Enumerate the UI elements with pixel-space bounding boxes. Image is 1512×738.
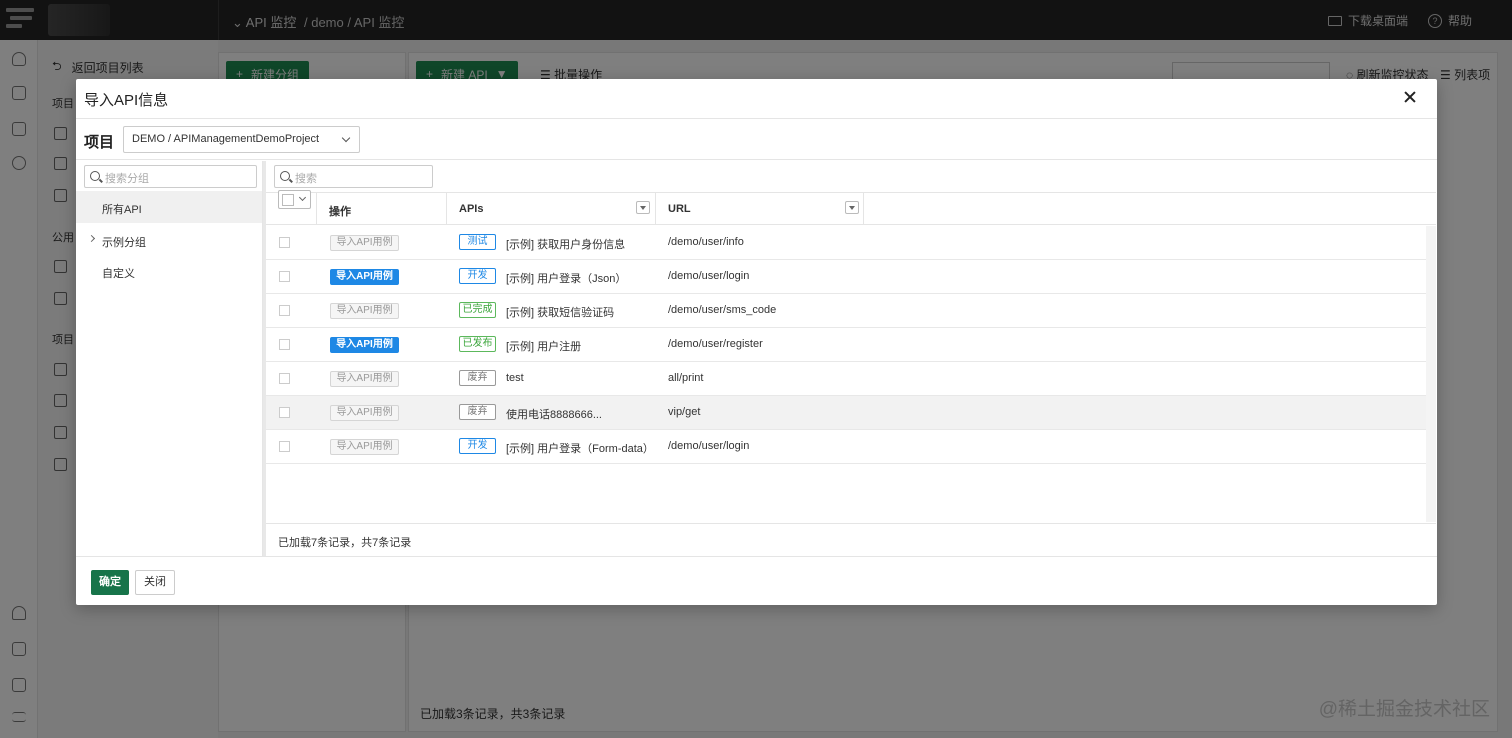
table-header: 操作 APIs URL: [266, 190, 1436, 225]
import-case-button[interactable]: 导入API用例: [330, 405, 399, 421]
row-checkbox[interactable]: [279, 305, 290, 316]
project-select[interactable]: DEMO / APIManagementDemoProject: [123, 126, 360, 153]
status-badge: 测试: [459, 234, 496, 250]
group-item-all-api[interactable]: 所有API: [76, 191, 262, 223]
api-url: vip/get: [668, 406, 701, 418]
import-case-button[interactable]: 导入API用例: [330, 337, 399, 353]
api-name: [示例] 用户登录（Json）: [506, 273, 627, 285]
api-name: 使用电话8888666...: [506, 409, 602, 421]
table-row[interactable]: 导入API用例 废弃 test all/print: [266, 362, 1426, 396]
table-footer-text: 已加载7条记录，共7条记录: [266, 523, 1436, 556]
api-url: /demo/user/login: [668, 270, 750, 282]
column-header-url-label: URL: [668, 203, 691, 215]
api-url: /demo/user/info: [668, 236, 744, 248]
select-column-header: [266, 190, 317, 225]
api-url: /demo/user/register: [668, 338, 763, 350]
table-row[interactable]: 导入API用例 已完成 [示例] 获取短信验证码 /demo/user/sms_…: [266, 294, 1426, 328]
chevron-right-icon[interactable]: [87, 234, 96, 243]
row-checkbox[interactable]: [279, 271, 290, 282]
project-label: 项目: [84, 134, 115, 151]
group-item-custom[interactable]: 自定义: [76, 255, 262, 287]
row-checkbox[interactable]: [279, 237, 290, 248]
row-checkbox[interactable]: [279, 339, 290, 350]
group-panel: 搜索分组 所有API 示例分组 自定义: [76, 161, 263, 556]
api-name: [示例] 获取短信验证码: [506, 307, 615, 319]
close-icon[interactable]: [1399, 87, 1421, 109]
row-checkbox[interactable]: [279, 441, 290, 452]
status-badge: 已完成: [459, 302, 496, 318]
dialog-title: 导入API信息: [84, 92, 169, 109]
api-search-placeholder: 搜索: [295, 173, 317, 185]
filter-dropdown-icon[interactable]: [845, 201, 859, 214]
group-search-placeholder: 搜索分组: [105, 173, 149, 185]
column-header-url: URL: [656, 193, 864, 225]
column-header-op: 操作: [317, 193, 447, 225]
api-url: /demo/user/login: [668, 440, 750, 452]
import-case-button[interactable]: 导入API用例: [330, 269, 399, 285]
group-item-example[interactable]: 示例分组: [76, 224, 262, 256]
api-search-input[interactable]: 搜索: [274, 165, 433, 188]
status-badge: 开发: [459, 268, 496, 284]
api-name: [示例] 用户注册: [506, 341, 582, 353]
column-header-op-label: 操作: [329, 206, 351, 218]
api-name: [示例] 用户登录（Form-data）: [506, 443, 654, 455]
api-name: [示例] 获取用户身份信息: [506, 239, 626, 251]
table-body: 导入API用例 测试 [示例] 获取用户身份信息 /demo/user/info…: [266, 226, 1426, 464]
import-case-button[interactable]: 导入API用例: [330, 303, 399, 319]
row-checkbox[interactable]: [279, 373, 290, 384]
group-search-input[interactable]: 搜索分组: [84, 165, 257, 188]
api-url: all/print: [668, 372, 704, 384]
select-all-checkbox[interactable]: [278, 190, 311, 209]
search-icon: [90, 171, 100, 181]
confirm-button[interactable]: 确定: [91, 570, 129, 595]
import-case-button[interactable]: 导入API用例: [330, 235, 399, 251]
status-badge: 开发: [459, 438, 496, 454]
table-row[interactable]: 导入API用例 测试 [示例] 获取用户身份信息 /demo/user/info: [266, 226, 1426, 260]
chevron-down-icon: [298, 193, 307, 202]
api-table-panel: 搜索 操作 APIs URL 导入API用例 测试 [示例] 获取用户身份信息: [266, 161, 1437, 556]
row-checkbox[interactable]: [279, 407, 290, 418]
group-item-label: 示例分组: [102, 237, 146, 249]
import-case-button[interactable]: 导入API用例: [330, 439, 399, 455]
table-row[interactable]: 导入API用例 废弃 使用电话8888666... vip/get: [266, 396, 1426, 430]
vertical-scrollbar[interactable]: [1426, 226, 1436, 522]
status-badge: 废弃: [459, 404, 496, 420]
group-item-label: 所有API: [102, 204, 142, 216]
import-api-dialog: 导入API信息 项目 DEMO / APIManagementDemoProje…: [76, 79, 1437, 605]
search-icon: [280, 171, 290, 181]
status-badge: 已发布: [459, 336, 496, 352]
column-header-apis-label: APIs: [459, 203, 484, 215]
table-row[interactable]: 导入API用例 开发 [示例] 用户登录（Json） /demo/user/lo…: [266, 260, 1426, 294]
table-row[interactable]: 导入API用例 开发 [示例] 用户登录（Form-data） /demo/us…: [266, 430, 1426, 464]
column-header-apis: APIs: [447, 193, 656, 225]
chevron-down-icon: [341, 133, 351, 143]
project-select-value: DEMO / APIManagementDemoProject: [132, 133, 320, 145]
api-url: /demo/user/sms_code: [668, 304, 777, 316]
filter-dropdown-icon[interactable]: [636, 201, 650, 214]
project-row: 项目 DEMO / APIManagementDemoProject: [76, 120, 1437, 160]
table-row[interactable]: 导入API用例 已发布 [示例] 用户注册 /demo/user/registe…: [266, 328, 1426, 362]
api-name: test: [506, 372, 524, 384]
status-badge: 废弃: [459, 370, 496, 386]
dialog-footer: 确定 关闭: [76, 556, 1437, 605]
group-item-label: 自定义: [102, 268, 135, 280]
close-button[interactable]: 关闭: [135, 570, 175, 595]
dialog-header: 导入API信息: [76, 79, 1437, 119]
import-case-button[interactable]: 导入API用例: [330, 371, 399, 387]
